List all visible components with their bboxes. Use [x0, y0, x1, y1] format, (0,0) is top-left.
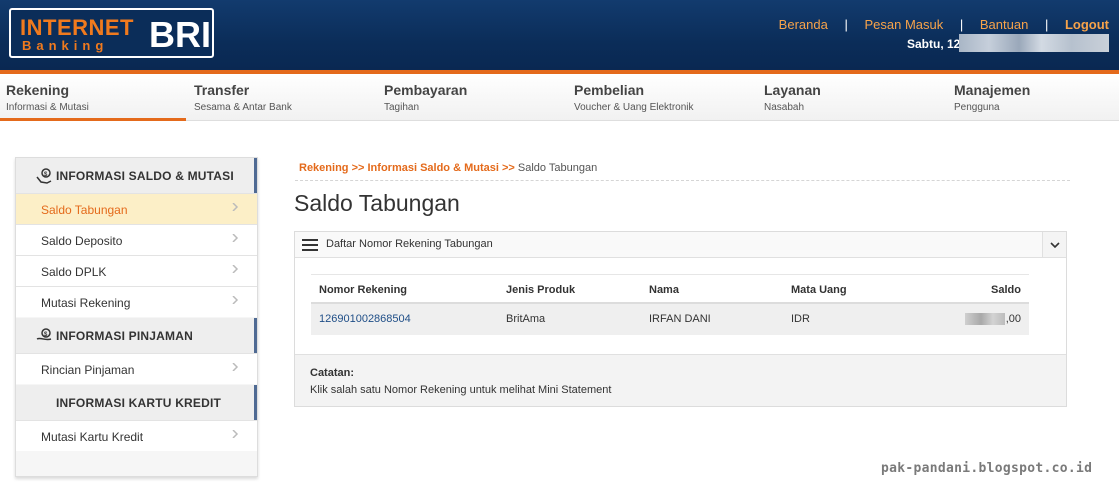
chevron-right-icon [232, 430, 239, 438]
sidebar-section-title: INFORMASI PINJAMAN [56, 329, 193, 343]
panel-collapse-button[interactable] [1042, 232, 1066, 257]
menu-title: Pembayaran [384, 82, 468, 98]
sidebar-item-saldo-tabungan[interactable]: Saldo Tabungan [16, 193, 257, 224]
date-redaction [959, 34, 1109, 52]
chevron-right-icon [232, 265, 239, 273]
saldo-suffix: ,00 [1005, 313, 1021, 325]
sidebar-section-title: INFORMASI SALDO & MUTASI [56, 169, 234, 183]
col-jenis-produk: Jenis Produk [506, 284, 576, 296]
cell-jenis-produk: BritAma [506, 313, 546, 325]
sidebar-item-label: Mutasi Kartu Kredit [41, 430, 144, 444]
internet-banking-bri-logo[interactable]: INTERNET Banking BRI [9, 8, 214, 58]
account-number-link[interactable]: 126901002868504 [319, 313, 411, 325]
col-saldo: Saldo [991, 284, 1021, 296]
loan-hand-icon: $ [36, 328, 52, 341]
menu-subtitle: Sesama & Antar Bank [194, 102, 292, 113]
col-nomor-rekening: Nomor Rekening [319, 284, 408, 296]
col-mata-uang: Mata Uang [791, 284, 847, 296]
menu-subtitle: Nasabah [764, 102, 805, 113]
menu-title: Layanan [764, 82, 821, 98]
nav-bantuan-link[interactable]: Bantuan [980, 17, 1028, 32]
top-navigation: Beranda | Pesan Masuk | Bantuan | Logout [779, 17, 1109, 33]
main-menu: Rekening Informasi & Mutasi Transfer Ses… [0, 74, 1119, 121]
sidebar-item-rincian-pinjaman[interactable]: Rincian Pinjaman [16, 353, 257, 384]
breadcrumb-rekening-link[interactable]: Rekening [299, 162, 349, 174]
breadcrumb: Rekening >> Informasi Saldo & Mutasi >> … [299, 162, 597, 174]
sidebar-item-saldo-deposito[interactable]: Saldo Deposito [16, 224, 257, 255]
note-title: Catatan: [310, 367, 355, 379]
cell-nama: IRFAN DANI [649, 313, 711, 325]
chevron-right-icon [232, 203, 239, 211]
sidebar-item-saldo-dplk[interactable]: Saldo DPLK [16, 255, 257, 286]
menu-subtitle: Tagihan [384, 102, 420, 113]
menu-title: Rekening [6, 82, 70, 98]
menu-subtitle: Informasi & Mutasi [6, 102, 89, 113]
menu-layanan[interactable]: Layanan Nasabah [758, 74, 944, 121]
nav-separator: | [1044, 17, 1049, 32]
saldo-redaction [964, 313, 1005, 326]
nav-separator: | [844, 17, 848, 32]
sidebar-item-mutasi-kartu-kredit[interactable]: Mutasi Kartu Kredit [16, 420, 257, 451]
chevron-down-icon [1050, 242, 1060, 248]
menu-pembayaran[interactable]: Pembayaran Tagihan [378, 74, 564, 121]
watermark: pak-pandani.blogspot.co.id [881, 461, 1093, 476]
breadcrumb-separator: >> [351, 162, 365, 174]
account-list-panel: Daftar Nomor Rekening Tabungan Nomor Rek… [294, 231, 1067, 407]
note-body: Klik salah satu Nomor Rekening untuk mel… [310, 384, 612, 396]
menu-subtitle: Pengguna [954, 102, 1000, 113]
site-header: INTERNET Banking BRI Beranda | Pesan Mas… [0, 0, 1119, 70]
nav-beranda-link[interactable]: Beranda [779, 17, 828, 32]
nav-pesan-masuk-link[interactable]: Pesan Masuk [864, 17, 943, 32]
sidebar-item-label: Saldo DPLK [41, 265, 107, 279]
cell-saldo: ,00 [964, 313, 1021, 326]
sidebar-section-kartu-kredit: INFORMASI KARTU KREDIT [16, 385, 257, 420]
breadcrumb-informasi-link[interactable]: Informasi Saldo & Mutasi [368, 162, 499, 174]
logout-link[interactable]: Logout [1065, 17, 1109, 32]
breadcrumb-separator: >> [501, 162, 515, 174]
breadcrumb-current: Saldo Tabungan [517, 162, 598, 174]
menu-title: Pembelian [574, 82, 645, 98]
sidebar-item-label: Saldo Deposito [41, 234, 123, 248]
menu-title: Transfer [194, 82, 250, 98]
nav-separator: | [959, 17, 964, 32]
logo-brand: BRI [149, 14, 211, 55]
panel-header[interactable]: Daftar Nomor Rekening Tabungan [295, 232, 1066, 258]
chevron-right-icon [232, 234, 239, 242]
menu-subtitle: Voucher & Uang Elektronik [574, 102, 694, 113]
sidebar-section-pinjaman: $ INFORMASI PINJAMAN [16, 318, 257, 353]
breadcrumb-divider [295, 180, 1070, 181]
chevron-right-icon [232, 296, 239, 304]
sidebar-item-mutasi-rekening[interactable]: Mutasi Rekening [16, 286, 257, 317]
money-hand-icon: $ [36, 168, 52, 184]
table-row: 126901002868504 BritAma IRFAN DANI IDR ,… [311, 304, 1029, 335]
menu-pembelian[interactable]: Pembelian Voucher & Uang Elektronik [568, 74, 754, 121]
sidebar-item-label: Rincian Pinjaman [41, 363, 135, 377]
page-title: Saldo Tabungan [294, 190, 460, 216]
chevron-right-icon [232, 363, 239, 371]
logo-line2: Banking [22, 38, 109, 53]
sidebar-section-saldo-mutasi: $ INFORMASI SALDO & MUTASI [16, 158, 257, 193]
note-box: Catatan: Klik salah satu Nomor Rekening … [295, 354, 1066, 406]
menu-rekening[interactable]: Rekening Informasi & Mutasi [0, 74, 186, 121]
cell-mata-uang: IDR [791, 313, 810, 325]
sidebar-item-label: Saldo Tabungan [41, 203, 128, 217]
sidebar: $ INFORMASI SALDO & MUTASI Saldo Tabunga… [15, 157, 258, 477]
hamburger-menu-icon [302, 239, 318, 251]
col-nama: Nama [649, 284, 679, 296]
current-date: Sabtu, 12 [907, 37, 961, 51]
menu-manajemen[interactable]: Manajemen Pengguna [948, 74, 1119, 121]
panel-title: Daftar Nomor Rekening Tabungan [326, 238, 493, 250]
menu-title: Manajemen [954, 82, 1031, 98]
menu-transfer[interactable]: Transfer Sesama & Antar Bank [188, 74, 374, 121]
sidebar-section-title: INFORMASI KARTU KREDIT [56, 396, 222, 410]
table-header: Nomor Rekening Jenis Produk Nama Mata Ua… [311, 274, 1029, 304]
sidebar-item-label: Mutasi Rekening [41, 296, 131, 310]
